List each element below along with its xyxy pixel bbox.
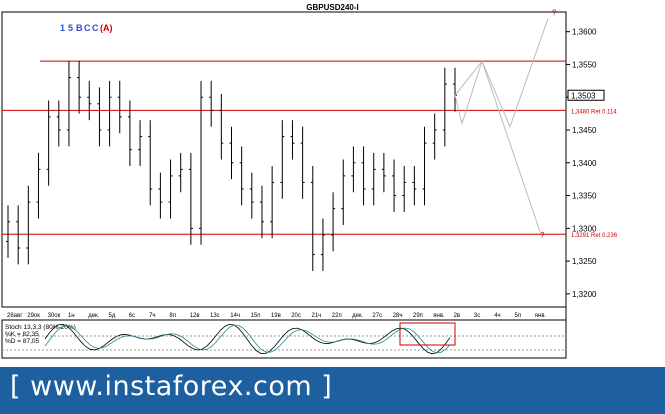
wave-label: B: [76, 23, 83, 33]
date-label: дек.: [88, 313, 99, 319]
brand-url[interactable]: [ www.instaforex.com ]: [10, 371, 332, 402]
price-tick-label: 1,3450: [572, 126, 597, 135]
stoch-d-line: [44, 324, 451, 354]
date-label: 14ч: [230, 313, 240, 319]
stoch-panel-frame: [1, 319, 567, 359]
stoch-k-label: %K = 82,35: [5, 331, 39, 338]
date-label: 22п: [332, 313, 342, 319]
date-label: 2в: [454, 313, 461, 319]
retracement-level-label: 1,3480 Ret 0.114: [571, 109, 617, 115]
date-label: 1н: [68, 313, 75, 319]
wave-label: 1: [60, 23, 65, 33]
date-label: 5д: [109, 313, 116, 319]
price-tick-label: 1,3350: [572, 192, 597, 201]
retracement-level-label: 1,3291 Ret 0.236: [571, 233, 618, 239]
date-label: дек.: [352, 313, 363, 319]
price-tick-label: 1,3200: [572, 290, 597, 299]
forecast-question-mark: ?: [552, 8, 557, 17]
date-label: 3с: [474, 313, 480, 319]
date-label: 4ч: [494, 313, 500, 319]
date-label: 29ок: [27, 313, 40, 319]
forecast-path-down: [454, 59, 541, 232]
date-label: янв.: [535, 313, 547, 319]
date-label: янв.: [433, 313, 445, 319]
date-label: 29п: [413, 313, 423, 319]
wave-label: C: [92, 23, 99, 33]
stoch-k-line: [44, 323, 451, 355]
date-label: 21ч: [312, 313, 322, 319]
date-label: 28авг: [7, 313, 23, 319]
date-label: 12в: [190, 313, 200, 319]
forecast-question-mark: ?: [540, 231, 545, 240]
date-label: 13с: [210, 313, 220, 319]
price-tick-label: 1,3250: [572, 257, 597, 266]
date-label: 5п: [515, 313, 522, 319]
date-label: 27с: [372, 313, 382, 319]
date-label: 7ч: [149, 313, 155, 319]
date-label: 15п: [251, 313, 261, 319]
price-chart: 1,36001,35501,35001,34501,34001,33501,33…: [1, 8, 618, 359]
date-label: 6с: [129, 313, 135, 319]
date-label: 8п: [169, 313, 176, 319]
date-label: 19в: [271, 313, 281, 319]
main-panel-frame: [1, 11, 567, 308]
price-tick-label: 1,3600: [572, 28, 597, 37]
wave-label: (A): [100, 23, 113, 33]
date-label: 20с: [291, 313, 301, 319]
wave-label: 5: [68, 23, 73, 33]
current-price-label: 1,3503: [571, 91, 596, 100]
price-tick-label: 1,3550: [572, 60, 597, 69]
date-label: 28ч: [393, 313, 403, 319]
date-label: 30ок: [48, 313, 61, 319]
wave-label: C: [84, 23, 91, 33]
chart-window: GBPUSD240-I 1,36001,35501,35001,34501,34…: [0, 0, 665, 414]
price-tick-label: 1,3300: [572, 224, 597, 233]
stoch-d-label: %D = 87,05: [5, 338, 40, 345]
price-tick-label: 1,3400: [572, 159, 597, 168]
